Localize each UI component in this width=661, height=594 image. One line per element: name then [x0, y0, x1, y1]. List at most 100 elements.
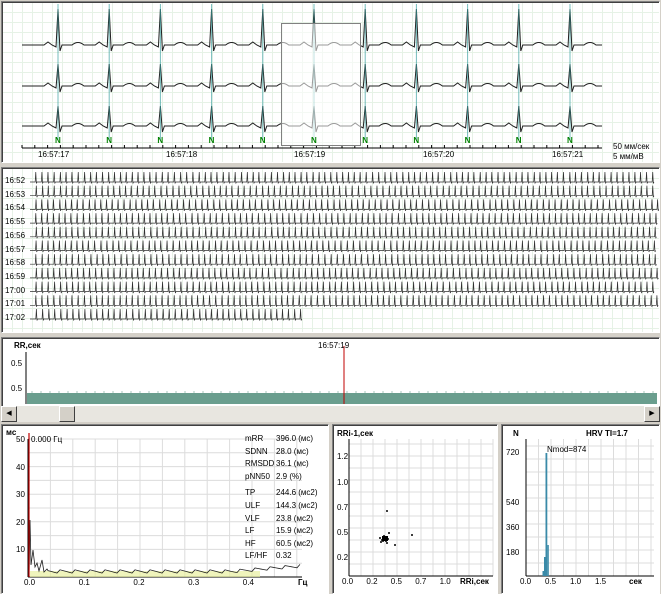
histogram-bar [544, 557, 546, 576]
ecg-strip-panel[interactable]: 16:57:17 16:57:18 16:57:19 16:57:20 16:5… [1, 1, 660, 163]
beat-label-n: N [157, 136, 164, 145]
gain-label: 5 мм/мВ [613, 152, 644, 161]
scatter-x-tick: 1.0 [439, 577, 451, 586]
stat-row: LF/HF 0.32 [245, 551, 318, 564]
beat-label-n: N [106, 136, 112, 145]
stat-value: 23.8 (мс2) [276, 513, 314, 523]
stat-key: pNN50 [245, 471, 270, 481]
trend-row-trace [30, 254, 657, 266]
spectrum-band-fill [30, 571, 260, 577]
scatter-panel[interactable]: RRi-1,сек 1.2 1.0 0.7 0.5 0.2 0.0 0.2 0.5 0.7 1.… [332, 424, 498, 594]
selection-window[interactable] [281, 23, 361, 146]
stat-value: 36.1 (мс) [276, 459, 309, 469]
rr-interval-panel[interactable]: RR,сек 16:57:19 0.5 0.5 [1, 337, 660, 407]
stat-key: SDNN [245, 446, 268, 456]
stat-key: ULF [245, 500, 261, 510]
stat-value: 15.9 (мс2) [276, 526, 314, 536]
beat-label-n: N [259, 136, 266, 145]
histogram-x-tick: 0.5 [545, 577, 557, 586]
scatter-title: RRi-1,сек [337, 429, 374, 438]
stat-value: 144.3 (мс2) [276, 500, 318, 510]
trend-row-label: 16:58 [5, 258, 26, 268]
stat-key: mRR [245, 434, 264, 443]
beat-label-n: N [413, 136, 420, 145]
time-label: 16:57:20 [423, 150, 455, 159]
scroll-right-button[interactable]: ▶ [644, 406, 660, 422]
spectrum-y-unit: мс [6, 428, 17, 437]
rr-title: RR,сек [14, 341, 41, 350]
time-label: 16:57:19 [294, 150, 326, 159]
trend-row-label: 16:59 [5, 271, 26, 281]
scatter-x-tick: 0.5 [390, 577, 402, 586]
scatter-point [411, 534, 413, 536]
stat-row: HF 60.5 (мс2) [245, 539, 318, 552]
spectrum-x-unit: Гц [298, 578, 308, 587]
spectrum-x-tick: 0.4 [242, 578, 254, 587]
stat-value: 0.32 [276, 551, 292, 561]
trend-row-label: 17:01 [5, 299, 26, 309]
scatter-y-tick: 1.0 [337, 478, 349, 487]
stat-value: 28.0 (мс) [276, 446, 309, 456]
scroll-thumb[interactable] [59, 406, 75, 422]
histogram-bar [547, 545, 549, 576]
stat-key: RMSDD [245, 459, 275, 469]
stat-row: mRR 396.0 (мс) [245, 434, 318, 447]
scatter-y-tick: 0.5 [337, 528, 349, 537]
trend-row-trace [30, 308, 303, 321]
trend-row-trace [30, 240, 656, 253]
stat-value: 60.5 (мс2) [276, 538, 314, 548]
spectrum-y-tick: 30 [16, 490, 25, 500]
trend-waveforms [30, 171, 659, 321]
time-scrollbar[interactable]: ◀ ▶ [1, 406, 660, 422]
beat-label-n: N [567, 136, 573, 145]
histogram-bar [542, 571, 544, 576]
stat-value: 396.0 (мс) [276, 434, 314, 443]
rr-y-tick: 0.5 [11, 359, 23, 368]
scatter-y-tick: 0.2 [337, 553, 349, 562]
scatter-y-tick: 0.7 [337, 503, 349, 512]
spectrum-y-tick: 10 [16, 545, 25, 555]
stat-value: 2.9 (%) [276, 471, 302, 481]
scatter-point [379, 537, 381, 539]
stat-row: TP 244.6 (мс2) [245, 488, 318, 501]
stat-value: 244.6 (мс2) [276, 488, 318, 498]
trend-row-trace [30, 267, 659, 280]
histogram-x-tick: 1.0 [570, 577, 582, 586]
scatter-y-tick: 1.2 [337, 452, 349, 461]
stat-row: ULF 144.3 (мс2) [245, 501, 318, 514]
spectrum-x-tick: 0.3 [188, 578, 200, 587]
trend-row-label: 17:00 [5, 285, 26, 295]
scatter-x-tick: 0.0 [342, 577, 354, 586]
histogram-x-unit: сек [629, 577, 642, 586]
arrow-right-icon: ▶ [649, 410, 655, 417]
spectrum-y-tick: 40 [16, 462, 25, 472]
stat-row: VLF 23.8 (мс2) [245, 514, 318, 527]
histogram-panel[interactable]: N HRV TI=1.7 Nmod=874 720 540 360 180 0.0 0.… [501, 424, 660, 594]
histogram-y-tick: 540 [506, 498, 520, 507]
scatter-point [386, 542, 388, 544]
scroll-left-button[interactable]: ◀ [1, 406, 17, 422]
stat-key: HF [245, 538, 256, 548]
nmod-label: Nmod=874 [547, 445, 587, 454]
histogram-x-tick: 1.5 [595, 577, 607, 586]
trend-row-trace [30, 295, 659, 307]
beat-label-n: N [55, 136, 61, 145]
time-label: 16:57:17 [38, 150, 70, 159]
trend-row-trace [30, 226, 657, 239]
stat-key: VLF [245, 513, 260, 523]
trend-row-label: 16:56 [5, 230, 26, 240]
spectrum-y-tick: 20 [16, 517, 25, 527]
spectrum-x-tick: 0.1 [78, 578, 90, 587]
scatter-x-tick: 0.7 [415, 577, 427, 586]
histogram-title: HRV TI=1.7 [586, 429, 628, 438]
histogram-x-tick: 0.0 [520, 577, 532, 586]
trend-row-label: 16:54 [5, 203, 26, 213]
trend-row-label: 16:53 [5, 189, 26, 199]
spectrum-y-tick: 50 [16, 435, 25, 444]
trend-row-label: 16:52 [5, 176, 26, 185]
ecg-trend-panel[interactable]: 16:52 16:53 16:54 16:55 16:56 16:57 16:58 16:59… [1, 167, 660, 333]
spectrum-x-tick: 0.0 [24, 578, 36, 587]
stat-row: SDNN 28.0 (мс) [245, 447, 318, 460]
histogram-y-tick: 720 [506, 448, 520, 457]
scatter-chart [348, 439, 494, 577]
